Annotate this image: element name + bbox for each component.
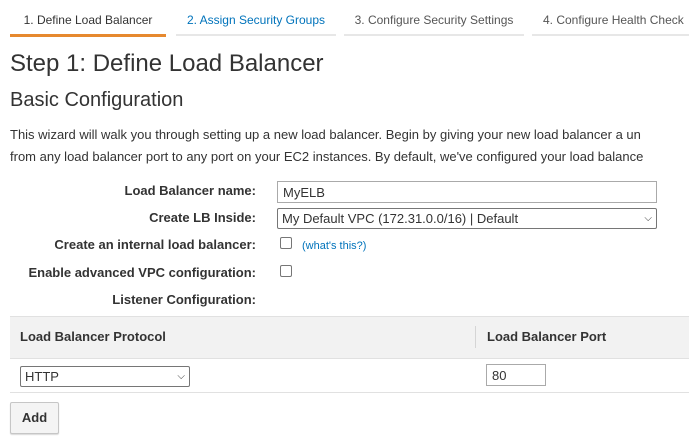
listener-table-header: Load Balancer Protocol Load Balancer Por… bbox=[10, 316, 689, 359]
create-lb-inside-value: My Default VPC (172.31.0.0/16) | Default bbox=[282, 211, 519, 226]
intro-line-2: from any load balancer port to any port … bbox=[10, 149, 644, 164]
protocol-value: HTTP bbox=[25, 369, 59, 384]
tab-configure-health-check[interactable]: 4. Configure Health Check bbox=[532, 0, 689, 34]
intro-text: This wizard will walk you through settin… bbox=[10, 124, 689, 168]
tab-configure-security-settings[interactable]: 3. Configure Security Settings bbox=[344, 0, 524, 34]
intro-line-1: This wizard will walk you through settin… bbox=[10, 127, 641, 142]
create-lb-inside-select[interactable]: My Default VPC (172.31.0.0/16) | Default… bbox=[277, 208, 657, 229]
chevron-down-icon: ⌵ bbox=[644, 213, 652, 224]
tab-define-load-balancer[interactable]: 1. Define Load Balancer bbox=[10, 0, 166, 34]
active-tab-indicator bbox=[10, 34, 166, 37]
load-balancer-name-label: Load Balancer name: bbox=[124, 183, 257, 198]
column-header-port: Load Balancer Port bbox=[487, 329, 607, 344]
port-input[interactable] bbox=[486, 364, 546, 386]
protocol-select[interactable]: HTTP ⌵ bbox=[20, 366, 190, 387]
table-row-divider bbox=[10, 392, 689, 393]
internal-load-balancer-label: Create an internal load balancer: bbox=[54, 237, 256, 252]
internal-load-balancer-checkbox[interactable] bbox=[280, 237, 292, 249]
tab-assign-security-groups[interactable]: 2. Assign Security Groups bbox=[176, 0, 336, 34]
tab-divider bbox=[344, 34, 524, 36]
wizard-tabs: 1. Define Load Balancer 2. Assign Securi… bbox=[0, 0, 689, 40]
create-lb-inside-label: Create LB Inside: bbox=[149, 210, 256, 225]
add-listener-button[interactable]: Add bbox=[10, 402, 59, 434]
column-divider bbox=[475, 326, 476, 348]
chevron-down-icon: ⌵ bbox=[177, 371, 185, 382]
load-balancer-name-input[interactable] bbox=[277, 181, 657, 203]
section-title: Basic Configuration bbox=[10, 89, 184, 111]
whats-this-link[interactable]: (what's this?) bbox=[302, 240, 366, 252]
page-title: Step 1: Define Load Balancer bbox=[10, 50, 324, 77]
tab-divider bbox=[176, 34, 336, 36]
tab-divider bbox=[532, 34, 689, 36]
column-header-protocol: Load Balancer Protocol bbox=[20, 329, 166, 344]
listener-configuration-label: Listener Configuration: bbox=[112, 292, 256, 307]
advanced-vpc-checkbox[interactable] bbox=[280, 265, 292, 277]
advanced-vpc-label: Enable advanced VPC configuration: bbox=[28, 265, 256, 280]
